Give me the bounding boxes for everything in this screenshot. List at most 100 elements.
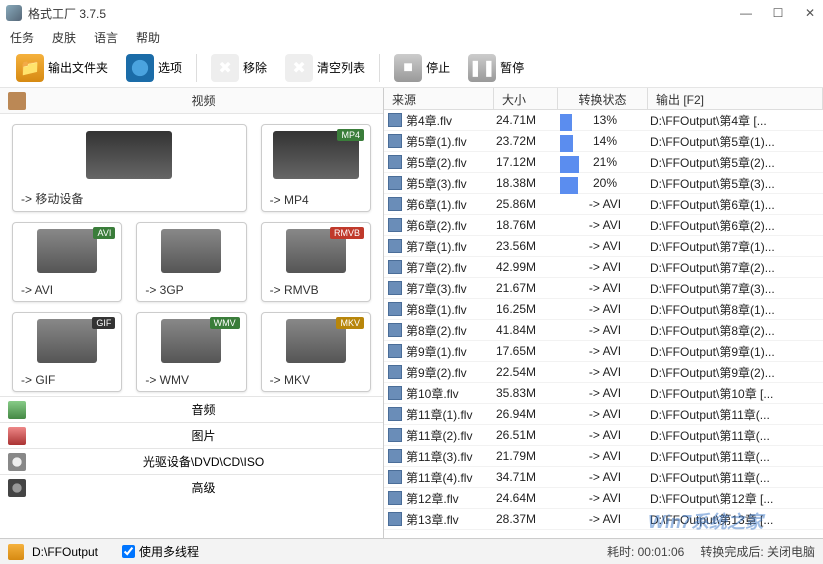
file-state: -> AVI (560, 260, 650, 274)
col-size[interactable]: 大小 (494, 88, 558, 109)
tile-mp4[interactable]: MP4-> MP4 (261, 124, 371, 212)
file-icon (388, 344, 402, 358)
tile-rmvb[interactable]: RMVB -> RMVB (261, 222, 371, 302)
file-name: 第8章(1).flv (406, 301, 496, 318)
output-folder-button[interactable]: 📁输出文件夹 (10, 52, 114, 84)
category-audio[interactable]: 音频 (0, 396, 383, 422)
category-disc[interactable]: 光驱设备\DVD\CD\ISO (0, 448, 383, 474)
col-state[interactable]: 转换状态 (558, 88, 648, 109)
table-row[interactable]: 第5章(3).flv 18.38M 20% D:\FFOutput\第5章(3)… (384, 173, 823, 194)
menu-help[interactable]: 帮助 (136, 29, 160, 46)
menu-lang[interactable]: 语言 (94, 29, 118, 46)
tile-wmv[interactable]: WMV-> WMV (136, 312, 246, 392)
category-picture[interactable]: 图片 (0, 422, 383, 448)
status-after[interactable]: 转换完成后: 关闭电脑 (700, 543, 815, 560)
file-size: 23.56M (496, 239, 560, 253)
file-size: 21.79M (496, 449, 560, 463)
avi-badge: AVI (93, 227, 115, 239)
file-state: 13% (560, 113, 650, 127)
col-source[interactable]: 来源 (384, 88, 494, 109)
tile-3gp[interactable]: -> 3GP (136, 222, 246, 302)
tile-wmv-label: -> WMV (145, 373, 189, 387)
file-output: D:\FFOutput\第5章(3)... (650, 175, 823, 192)
file-name: 第6章(1).flv (406, 196, 496, 213)
table-row[interactable]: 第9章(1).flv 17.65M -> AVI D:\FFOutput\第9章… (384, 341, 823, 362)
maximize-button[interactable]: ☐ (771, 6, 785, 20)
tile-mkv[interactable]: MKV-> MKV (261, 312, 371, 392)
table-row[interactable]: 第6章(1).flv 25.86M -> AVI D:\FFOutput\第6章… (384, 194, 823, 215)
table-row[interactable]: 第8章(1).flv 16.25M -> AVI D:\FFOutput\第8章… (384, 299, 823, 320)
file-name: 第8章(2).flv (406, 322, 496, 339)
pause-label: 暂停 (500, 59, 524, 76)
tile-gif[interactable]: GIF-> GIF (12, 312, 122, 392)
clear-button[interactable]: ✖清空列表 (279, 52, 371, 84)
category-video-label: 视频 (32, 92, 375, 109)
table-row[interactable]: 第13章.flv 28.37M -> AVI D:\FFOutput\第13章 … (384, 509, 823, 530)
file-output: D:\FFOutput\第10章 [... (650, 385, 823, 402)
close-button[interactable]: ✕ (803, 6, 817, 20)
file-name: 第5章(3).flv (406, 175, 496, 192)
table-row[interactable]: 第12章.flv 24.64M -> AVI D:\FFOutput\第12章 … (384, 488, 823, 509)
table-row[interactable]: 第11章(3).flv 21.79M -> AVI D:\FFOutput\第1… (384, 446, 823, 467)
file-output: D:\FFOutput\第4章 [... (650, 112, 823, 129)
stop-label: 停止 (426, 59, 450, 76)
file-name: 第9章(2).flv (406, 364, 496, 381)
audio-icon (8, 401, 26, 419)
file-state: -> AVI (560, 239, 650, 253)
table-row[interactable]: 第11章(2).flv 26.51M -> AVI D:\FFOutput\第1… (384, 425, 823, 446)
table-row[interactable]: 第8章(2).flv 41.84M -> AVI D:\FFOutput\第8章… (384, 320, 823, 341)
file-state: -> AVI (560, 344, 650, 358)
task-list[interactable]: 第4章.flv 24.71M 13% D:\FFOutput\第4章 [... … (384, 110, 823, 550)
table-row[interactable]: 第5章(1).flv 23.72M 14% D:\FFOutput\第5章(1)… (384, 131, 823, 152)
table-row[interactable]: 第4章.flv 24.71M 13% D:\FFOutput\第4章 [... (384, 110, 823, 131)
file-icon (388, 365, 402, 379)
multithread-checkbox[interactable]: 使用多线程 (122, 543, 199, 560)
rmvb-badge: RMVB (330, 227, 364, 239)
file-output: D:\FFOutput\第11章(... (650, 469, 823, 486)
table-row[interactable]: 第11章(1).flv 26.94M -> AVI D:\FFOutput\第1… (384, 404, 823, 425)
file-icon (388, 197, 402, 211)
minimize-button[interactable]: — (739, 6, 753, 20)
table-row[interactable]: 第7章(3).flv 21.67M -> AVI D:\FFOutput\第7章… (384, 278, 823, 299)
table-row[interactable]: 第9章(2).flv 22.54M -> AVI D:\FFOutput\第9章… (384, 362, 823, 383)
tile-avi-label: -> AVI (21, 283, 53, 297)
stop-button[interactable]: ■停止 (388, 52, 456, 84)
file-name: 第5章(1).flv (406, 133, 496, 150)
menu-skin[interactable]: 皮肤 (52, 29, 76, 46)
remove-button[interactable]: ✖移除 (205, 52, 273, 84)
category-video-header[interactable]: 视频 (0, 88, 383, 114)
file-name: 第11章(1).flv (406, 406, 496, 423)
status-folder-icon[interactable] (8, 544, 24, 560)
status-path[interactable]: D:\FFOutput (32, 545, 98, 559)
table-row[interactable]: 第11章(4).flv 34.71M -> AVI D:\FFOutput\第1… (384, 467, 823, 488)
menu-task[interactable]: 任务 (10, 29, 34, 46)
tile-rmvb-label: -> RMVB (270, 283, 319, 297)
category-disc-label: 光驱设备\DVD\CD\ISO (32, 453, 375, 470)
file-icon (388, 239, 402, 253)
file-name: 第12章.flv (406, 490, 496, 507)
disc-icon (8, 453, 26, 471)
file-output: D:\FFOutput\第6章(2)... (650, 217, 823, 234)
option-button[interactable]: 选项 (120, 52, 188, 84)
col-output[interactable]: 输出 [F2] (648, 88, 823, 109)
file-icon (388, 260, 402, 274)
file-state: -> AVI (560, 365, 650, 379)
file-size: 24.71M (496, 113, 560, 127)
separator (196, 54, 197, 82)
file-output: D:\FFOutput\第9章(2)... (650, 364, 823, 381)
table-row[interactable]: 第5章(2).flv 17.12M 21% D:\FFOutput\第5章(2)… (384, 152, 823, 173)
category-advanced[interactable]: 高级 (0, 474, 383, 500)
table-row[interactable]: 第7章(1).flv 23.56M -> AVI D:\FFOutput\第7章… (384, 236, 823, 257)
file-size: 16.25M (496, 302, 560, 316)
gif-badge: GIF (92, 317, 115, 329)
tile-mobile[interactable]: -> 移动设备 (12, 124, 247, 212)
file-size: 42.99M (496, 260, 560, 274)
tile-avi[interactable]: AVI -> AVI (12, 222, 122, 302)
table-row[interactable]: 第7章(2).flv 42.99M -> AVI D:\FFOutput\第7章… (384, 257, 823, 278)
file-icon (388, 407, 402, 421)
table-row[interactable]: 第6章(2).flv 18.76M -> AVI D:\FFOutput\第6章… (384, 215, 823, 236)
output-folder-label: 输出文件夹 (48, 59, 108, 76)
pause-button[interactable]: ❚❚暂停 (462, 52, 530, 84)
table-row[interactable]: 第10章.flv 35.83M -> AVI D:\FFOutput\第10章 … (384, 383, 823, 404)
multithread-input[interactable] (122, 545, 135, 558)
